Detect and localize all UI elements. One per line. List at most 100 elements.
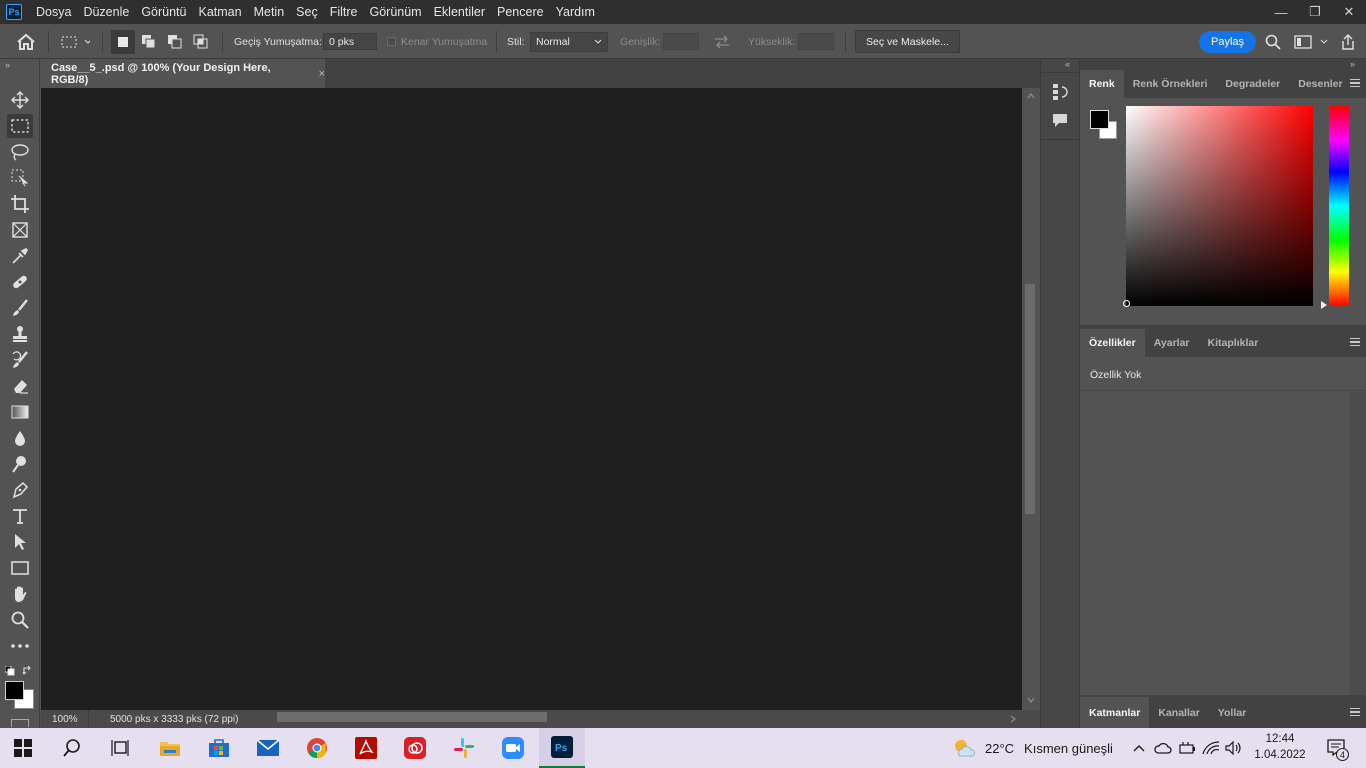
marquee-preset-button[interactable] [60, 24, 90, 59]
menu-edit[interactable]: Düzenle [77, 0, 135, 24]
swap-dimensions-button[interactable] [713, 24, 731, 59]
restore-button[interactable]: ❐ [1298, 0, 1332, 24]
eraser-tool[interactable] [7, 374, 33, 398]
menu-window[interactable]: Pencere [491, 0, 550, 24]
menu-select[interactable]: Seç [290, 0, 324, 24]
menu-image[interactable]: Görüntü [135, 0, 192, 24]
color-panel-menu-icon[interactable] [1350, 79, 1360, 87]
feather-input[interactable]: 0 pks [323, 33, 377, 50]
file-explorer-button[interactable] [147, 728, 193, 768]
scroll-up-icon[interactable] [1027, 93, 1035, 99]
tab-paths[interactable]: Yollar [1209, 697, 1255, 728]
slack-button[interactable] [441, 728, 487, 768]
battery-tray-icon[interactable] [1175, 728, 1199, 768]
lasso-tool[interactable] [7, 140, 33, 164]
task-view-button[interactable] [97, 728, 143, 768]
hue-slider-handle-icon[interactable] [1320, 300, 1328, 310]
taskbar-search-button[interactable] [49, 728, 95, 768]
default-colors-button[interactable] [4, 665, 15, 679]
menu-file[interactable]: Dosya [30, 0, 77, 24]
antialias-checkbox[interactable]: Kenar Yumuşatma [387, 24, 487, 59]
swap-colors-button[interactable] [22, 665, 33, 679]
search-button[interactable] [1265, 24, 1281, 59]
vertical-scrollbar[interactable] [1022, 88, 1040, 710]
volume-tray-icon[interactable] [1222, 728, 1246, 768]
healing-brush-tool[interactable] [7, 270, 33, 294]
pen-tool[interactable] [7, 478, 33, 502]
move-tool[interactable] [7, 88, 33, 112]
tab-properties[interactable]: Özellikler [1080, 329, 1145, 357]
quick-mask-icon[interactable] [11, 719, 29, 727]
rect-marquee-tool[interactable] [7, 114, 33, 138]
scroll-down-icon[interactable] [1027, 697, 1035, 703]
acrobat-button[interactable] [343, 728, 389, 768]
show-hidden-icons-button[interactable] [1127, 728, 1151, 768]
chrome-button[interactable] [294, 728, 340, 768]
collapse-toolbar-icon[interactable]: » [5, 60, 10, 70]
height-input[interactable] [798, 33, 834, 50]
brush-tool[interactable] [7, 296, 33, 320]
tab-color[interactable]: Renk [1080, 70, 1124, 98]
menu-type[interactable]: Metin [248, 0, 291, 24]
panel-foreground-swatch[interactable] [1090, 110, 1109, 129]
mail-button[interactable] [245, 728, 291, 768]
intersect-selection-button[interactable] [193, 24, 209, 59]
clone-stamp-tool[interactable] [7, 322, 33, 346]
microsoft-store-button[interactable] [196, 728, 242, 768]
collapse-dock-icon[interactable]: « [1065, 59, 1070, 69]
color-picker-cursor[interactable] [1123, 300, 1130, 307]
onedrive-tray-icon[interactable] [1151, 728, 1175, 768]
color-picker-field[interactable] [1126, 106, 1313, 306]
menu-view[interactable]: Görünüm [363, 0, 427, 24]
photoshop-taskbar-button[interactable]: Ps [539, 728, 585, 768]
width-input[interactable] [663, 33, 699, 50]
weather-widget[interactable]: 22°C Kısmen güneşli [952, 728, 1113, 768]
menu-layer[interactable]: Katman [192, 0, 247, 24]
new-selection-button[interactable] [111, 24, 135, 59]
layers-panel-menu-icon[interactable] [1350, 708, 1360, 716]
zoom-level-field[interactable]: 100% [41, 710, 89, 728]
minimize-button[interactable]: — [1264, 0, 1298, 24]
share-button[interactable]: Paylaş [1199, 30, 1257, 53]
start-button[interactable] [0, 728, 46, 768]
crop-tool[interactable] [7, 192, 33, 216]
vertical-scroll-thumb[interactable] [1025, 284, 1035, 514]
history-brush-tool[interactable] [7, 348, 33, 372]
export-button[interactable] [1340, 24, 1356, 59]
tab-adjustments[interactable]: Ayarlar [1145, 329, 1199, 357]
home-button[interactable] [16, 24, 36, 59]
document-tab-close-icon[interactable]: × [319, 68, 325, 80]
comments-panel-button[interactable] [1052, 112, 1068, 131]
style-select[interactable]: Normal [530, 31, 608, 52]
document-tab[interactable]: Case__5_.psd @ 100% (Your Design Here, R… [41, 59, 325, 88]
gradient-tool[interactable] [7, 400, 33, 424]
blur-tool[interactable] [7, 426, 33, 450]
tab-swatches[interactable]: Renk Örnekleri [1124, 70, 1217, 98]
path-selection-tool[interactable] [7, 530, 33, 554]
foreground-color-swatch[interactable] [5, 681, 24, 700]
tab-layers[interactable]: Katmanlar [1080, 697, 1150, 728]
menu-filter[interactable]: Filtre [324, 0, 364, 24]
frame-tool[interactable] [7, 218, 33, 242]
tab-channels[interactable]: Kanallar [1149, 697, 1208, 728]
zoom-app-button[interactable] [490, 728, 536, 768]
eyedropper-tool[interactable] [7, 244, 33, 268]
zoom-tool[interactable] [7, 608, 33, 632]
document-canvas[interactable] [41, 88, 1022, 710]
properties-scrollbar[interactable] [1350, 392, 1366, 696]
rectangle-tool[interactable] [7, 556, 33, 580]
hand-tool[interactable] [7, 582, 33, 606]
horizontal-scroll-thumb[interactable] [277, 712, 547, 722]
select-and-mask-button[interactable]: Seç ve Maskele... [855, 30, 960, 53]
scroll-right-icon[interactable] [1010, 715, 1016, 723]
edit-toolbar-button[interactable] [7, 634, 33, 658]
close-button[interactable]: ✕ [1332, 0, 1366, 24]
wifi-tray-icon[interactable] [1199, 728, 1223, 768]
history-panel-button[interactable] [1052, 83, 1070, 104]
dodge-tool[interactable] [7, 452, 33, 476]
object-selection-tool[interactable] [7, 166, 33, 190]
add-selection-button[interactable] [141, 24, 157, 59]
properties-panel-menu-icon[interactable] [1350, 338, 1360, 346]
collapse-panels-icon[interactable]: » [1350, 59, 1355, 69]
tab-libraries[interactable]: Kitaplıklar [1199, 329, 1268, 357]
